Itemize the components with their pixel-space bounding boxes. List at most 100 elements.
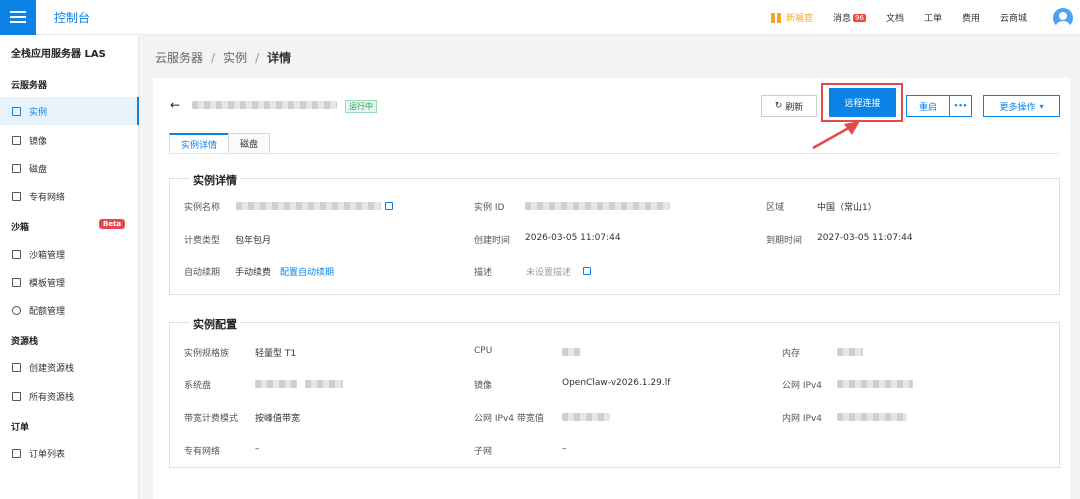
created-label: 创建时间 bbox=[474, 236, 511, 246]
configure-auto-renew-link[interactable]: 配置自动续期 bbox=[280, 265, 334, 278]
sidebar: 全栈应用服务器 LAS 云服务器 实例 镜像 磁盘 专有网络 沙箱 Beta 沙… bbox=[0, 35, 139, 499]
cpu-label: CPU bbox=[474, 346, 493, 356]
top-bar: 控制台 新福官 消息 96 文档 工单 费用 云商城 bbox=[0, 0, 1080, 35]
breadcrumb: 云服务器 / 实例 / 详情 bbox=[155, 51, 292, 65]
nav-messages[interactable]: 消息 96 bbox=[833, 11, 866, 24]
highlight-box bbox=[821, 83, 903, 122]
gift-icon bbox=[770, 12, 781, 23]
desc-label: 描述 bbox=[474, 268, 493, 278]
edit-desc-icon[interactable] bbox=[583, 267, 591, 275]
vpc-label: 专有网络 bbox=[184, 447, 221, 457]
family-label: 实例规格族 bbox=[184, 349, 230, 359]
refresh-icon: ↻ bbox=[774, 101, 783, 111]
message-badge: 96 bbox=[853, 13, 866, 22]
mem-label: 内存 bbox=[782, 349, 801, 359]
private-ip-redacted bbox=[837, 413, 907, 421]
public-ip-label: 公网 IPv4 bbox=[782, 381, 822, 391]
annotation-arrow-icon bbox=[812, 121, 860, 150]
sysdisk-label: 系统盘 bbox=[184, 381, 212, 391]
tabs-divider bbox=[169, 153, 1059, 154]
public-ip-redacted bbox=[837, 380, 913, 388]
cpu-value-redacted bbox=[562, 348, 580, 356]
layers-icon bbox=[12, 362, 21, 372]
expire-value: 2027-03-05 11:07:44 bbox=[817, 233, 913, 243]
subnet-value: – bbox=[562, 444, 567, 454]
layers-icon bbox=[12, 391, 21, 401]
sidebar-item-image[interactable]: 镜像 bbox=[0, 126, 139, 154]
region-label: 区域 bbox=[766, 203, 785, 213]
sidebar-item-all-stack[interactable]: 所有资源栈 bbox=[0, 382, 139, 410]
sidebar-item-quota-mgmt[interactable]: 配额管理 bbox=[0, 296, 139, 324]
subnet-label: 子网 bbox=[474, 447, 493, 457]
region-value: 中国（常山1） bbox=[817, 203, 877, 213]
billing-label: 计费类型 bbox=[184, 236, 221, 246]
nav-newbie[interactable]: 新福官 bbox=[770, 11, 813, 24]
disk-icon bbox=[12, 163, 21, 173]
image-value: OpenClaw-v2026.1.29.lf bbox=[562, 378, 671, 388]
cube-icon bbox=[12, 249, 21, 259]
group-resource-stack: 资源栈 bbox=[11, 337, 39, 347]
more-actions-button[interactable]: 更多操作 ▾ bbox=[983, 95, 1060, 117]
restart-button[interactable]: 重启 bbox=[906, 95, 950, 117]
section-instance-config: 实例配置 bbox=[169, 316, 1060, 468]
sidebar-item-template-mgmt[interactable]: 模板管理 bbox=[0, 268, 139, 296]
instance-name-redacted bbox=[192, 101, 337, 109]
group-sandbox: 沙箱 bbox=[11, 223, 30, 233]
detail-tabs: 实例详情 磁盘 bbox=[169, 133, 271, 154]
tab-disk[interactable]: 磁盘 bbox=[228, 133, 271, 154]
console-brand[interactable]: 控制台 bbox=[54, 9, 90, 26]
tab-instance-detail[interactable]: 实例详情 bbox=[169, 133, 230, 154]
menu-icon[interactable] bbox=[0, 0, 36, 35]
sidebar-item-create-stack[interactable]: 创建资源栈 bbox=[0, 353, 139, 381]
nav-billing[interactable]: 费用 bbox=[962, 11, 980, 24]
family-value: 轻量型 T1 bbox=[255, 349, 297, 359]
sysdisk-type-redacted bbox=[305, 380, 343, 388]
nav-store[interactable]: 云商城 bbox=[1000, 11, 1027, 24]
edit-name-icon[interactable] bbox=[385, 202, 393, 210]
id-value-redacted bbox=[525, 202, 670, 210]
sysdisk-value-redacted bbox=[255, 380, 297, 388]
quota-icon bbox=[12, 305, 21, 315]
renew-value: 手动续费 bbox=[235, 268, 272, 278]
network-icon bbox=[12, 191, 21, 201]
private-ip-label: 内网 IPv4 bbox=[782, 414, 822, 424]
sidebar-item-vpc[interactable]: 专有网络 bbox=[0, 182, 139, 210]
group-order: 订单 bbox=[11, 423, 30, 433]
sidebar-item-instance[interactable]: 实例 bbox=[0, 97, 139, 125]
breadcrumb-cloud-server[interactable]: 云服务器 bbox=[155, 51, 203, 65]
sidebar-item-order-list[interactable]: 订单列表 bbox=[0, 439, 139, 467]
order-icon bbox=[12, 448, 21, 458]
sidebar-item-disk[interactable]: 磁盘 bbox=[0, 154, 139, 182]
breadcrumb-detail: 详情 bbox=[267, 51, 292, 65]
public-bandwidth-label: 公网 IPv4 带宽值 bbox=[474, 414, 544, 424]
renew-label: 自动续期 bbox=[184, 268, 221, 278]
bandwidth-mode-value: 按峰值带宽 bbox=[255, 414, 301, 424]
name-value-redacted bbox=[236, 202, 381, 210]
chevron-down-icon: ▾ bbox=[1039, 101, 1044, 111]
breadcrumb-instance[interactable]: 实例 bbox=[223, 51, 247, 65]
section-title-config: 实例配置 bbox=[190, 316, 240, 332]
instance-icon bbox=[12, 106, 21, 116]
sidebar-item-sandbox-mgmt[interactable]: 沙箱管理 bbox=[0, 240, 139, 268]
vpc-value: – bbox=[255, 444, 260, 454]
nav-docs[interactable]: 文档 bbox=[886, 11, 904, 24]
back-arrow-icon[interactable]: ← bbox=[170, 98, 180, 112]
user-avatar[interactable] bbox=[1053, 7, 1073, 28]
desc-value: 未设置描述 bbox=[526, 268, 572, 278]
bandwidth-mode-label: 带宽计费模式 bbox=[184, 414, 239, 424]
billing-value: 包年包月 bbox=[235, 236, 272, 246]
name-label: 实例名称 bbox=[184, 203, 221, 213]
mem-value-redacted bbox=[837, 348, 863, 356]
beta-badge: Beta bbox=[99, 219, 126, 229]
expire-label: 到期时间 bbox=[766, 236, 803, 246]
id-label: 实例 ID bbox=[474, 203, 505, 213]
product-title: 全栈应用服务器 LAS bbox=[11, 49, 106, 60]
public-bandwidth-redacted bbox=[562, 413, 610, 421]
more-dots-button[interactable]: ••• bbox=[949, 95, 972, 117]
image-label: 镜像 bbox=[474, 381, 493, 391]
status-badge: 运行中 bbox=[345, 100, 377, 113]
group-cloud-server: 云服务器 bbox=[11, 81, 48, 91]
nav-tickets[interactable]: 工单 bbox=[924, 11, 942, 24]
refresh-button[interactable]: ↻ 刷新 bbox=[761, 95, 817, 117]
created-value: 2026-03-05 11:07:44 bbox=[525, 233, 621, 243]
